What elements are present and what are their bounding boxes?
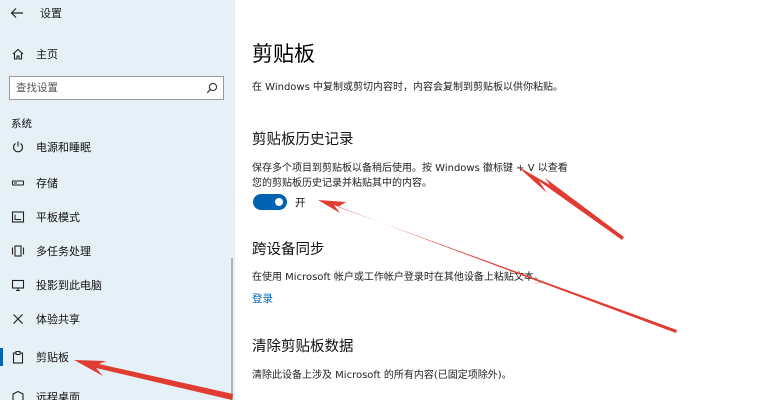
tablet-mode-icon	[10, 209, 26, 225]
sync-heading: 跨设备同步	[252, 242, 325, 258]
sidebar-scrollbar[interactable]	[231, 258, 233, 400]
sidebar-item-multitasking[interactable]: 多任务处理	[0, 234, 235, 268]
sidebar-item-shared-experiences[interactable]: 体验共享	[0, 302, 235, 336]
sidebar-item-label: 多任务处理	[36, 245, 91, 258]
history-desc-line1: 保存多个项目到剪贴板以备稍后使用。按 Windows 徽标键 + V 以查看	[252, 163, 568, 174]
sign-in-link[interactable]: 登录	[252, 291, 273, 306]
sidebar-item-tablet-mode[interactable]: 平板模式	[0, 200, 235, 234]
shared-experiences-icon	[10, 311, 26, 327]
sidebar-item-label: 存储	[36, 177, 58, 190]
intro-text: 在 Windows 中复制或剪切内容时，内容会复制到剪贴板以供你粘贴。	[252, 82, 563, 93]
project-icon	[10, 277, 26, 293]
clear-desc: 清除此设备上涉及 Microsoft 的所有内容(已固定项除外)。	[252, 370, 512, 381]
sidebar: 设置 主页 系统 电源和睡眠 存储 平板模	[0, 0, 235, 400]
sidebar-item-label: 剪贴板	[36, 351, 69, 364]
search-box[interactable]	[9, 76, 224, 100]
multitasking-icon	[10, 243, 26, 259]
sidebar-item-label: 投影到此电脑	[36, 279, 102, 292]
sidebar-item-clipboard[interactable]: 剪贴板	[0, 340, 235, 374]
history-desc-line2: 您的剪贴板历史记录并粘贴其中的内容。	[252, 178, 432, 189]
sidebar-item-remote-desktop[interactable]: 远程桌面	[0, 380, 235, 400]
clipboard-icon	[10, 349, 26, 365]
sidebar-item-power[interactable]: 电源和睡眠	[0, 141, 235, 164]
clear-heading: 清除剪贴板数据	[252, 339, 354, 355]
sync-desc: 在使用 Microsoft 帐户或工作帐户登录时在其他设备上粘贴文本。	[252, 272, 544, 283]
back-button[interactable]	[0, 0, 34, 26]
main-content: 剪贴板 在 Windows 中复制或剪切内容时，内容会复制到剪贴板以供你粘贴。 …	[235, 0, 775, 400]
remote-desktop-icon	[10, 389, 26, 400]
history-heading: 剪贴板历史记录	[252, 132, 354, 148]
history-toggle[interactable]	[253, 194, 287, 210]
home-label: 主页	[36, 48, 58, 61]
window-title: 设置	[40, 7, 62, 20]
sidebar-item-label: 电源和睡眠	[36, 141, 91, 154]
sidebar-item-label: 体验共享	[36, 313, 80, 326]
search-input[interactable]	[10, 77, 201, 99]
home-nav-item[interactable]: 主页	[0, 42, 235, 66]
storage-icon	[10, 175, 26, 191]
history-toggle-label: 开	[295, 196, 306, 209]
title-bar: 设置	[0, 0, 235, 26]
back-arrow-icon	[10, 8, 23, 18]
section-label-system: 系统	[11, 118, 32, 130]
sidebar-item-label: 远程桌面	[36, 391, 80, 400]
sidebar-item-project[interactable]: 投影到此电脑	[0, 268, 235, 302]
home-icon	[10, 46, 26, 62]
page-title: 剪贴板	[252, 42, 315, 66]
sidebar-item-label: 平板模式	[36, 211, 80, 224]
power-icon	[10, 141, 26, 155]
search-icon[interactable]	[201, 77, 223, 99]
sidebar-item-storage[interactable]: 存储	[0, 166, 235, 200]
history-toggle-row: 开	[253, 194, 306, 210]
